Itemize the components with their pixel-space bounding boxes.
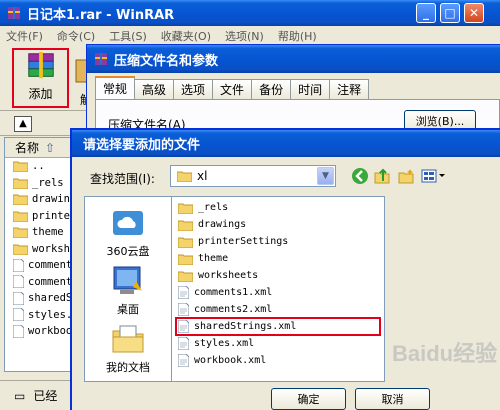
tab-time[interactable]: 时间 (290, 79, 331, 99)
chevron-down-icon[interactable]: ▼ (317, 167, 334, 185)
xml-file-icon (178, 354, 189, 367)
archive-dialog-tabs: 常规 高级 选项 文件 备份 时间 注释 (95, 76, 370, 99)
cancel-button[interactable]: 取消 (355, 388, 430, 410)
up-one-level-icon[interactable]: ▲ (14, 116, 32, 132)
list-item[interactable]: styles.xml (172, 335, 384, 352)
xml-file-icon (178, 337, 189, 350)
select-files-dialog: 请选择要添加的文件 查找范围(I): xl ▼ 360云盘 桌面 我的文档 _r… (70, 128, 500, 410)
places-bar: 360云盘 桌面 我的文档 (84, 196, 172, 382)
winrar-app-icon (8, 7, 20, 19)
cloud-drive-icon (113, 211, 143, 235)
place-my-documents[interactable]: 我的文档 (85, 323, 171, 375)
folder-icon (13, 244, 28, 255)
xml-file-icon (178, 303, 189, 316)
back-icon[interactable] (350, 166, 370, 186)
xml-file-icon (13, 275, 24, 289)
look-in-label: 查找范围(I): (90, 172, 155, 186)
add-archive-icon (27, 51, 54, 79)
xml-file-icon (13, 291, 24, 305)
menubar: 文件(F) 命令(C) 工具(S) 收藏夹(O) 选项(N) 帮助(H) (0, 26, 500, 45)
place-desktop[interactable]: 桌面 (85, 265, 171, 317)
up-folder-icon[interactable] (372, 166, 392, 186)
file-list-view[interactable]: _rels drawings printerSettings theme wor… (171, 196, 385, 382)
xml-file-icon (13, 308, 24, 322)
add-button[interactable]: 添加 (12, 48, 69, 108)
archive-dialog-title: 压缩文件名和参数 (114, 53, 219, 69)
tab-files[interactable]: 文件 (212, 79, 253, 99)
tab-comment[interactable]: 注释 (329, 79, 370, 99)
tab-options[interactable]: 选项 (173, 79, 214, 99)
xml-file-icon (178, 286, 189, 299)
list-item-shared-strings-selected[interactable]: sharedStrings.xml (175, 317, 381, 336)
winrar-app-icon (95, 53, 107, 65)
menu-commands[interactable]: 命令(C) (57, 28, 95, 44)
winrar-title: 日记本1.rar - WinRAR (27, 7, 175, 23)
xml-file-icon (13, 258, 24, 272)
sort-arrow-icon: ⇧ (45, 140, 56, 155)
winrar-titlebar[interactable]: 日记本1.rar - WinRAR _ □ ✕ (0, 0, 500, 26)
view-menu-icon[interactable] (420, 166, 446, 186)
list-item[interactable]: theme (172, 250, 384, 267)
ok-button[interactable]: 确定 (271, 388, 346, 410)
status-text: 已经 (33, 389, 58, 403)
menu-options[interactable]: 选项(N) (225, 28, 264, 44)
list-item[interactable]: comments1.xml (172, 284, 384, 301)
folder-icon (13, 194, 28, 206)
folder-icon (13, 178, 28, 189)
folder-icon (178, 237, 193, 248)
menu-file[interactable]: 文件(F) (6, 28, 43, 44)
folder-icon (178, 203, 193, 214)
minimize-button[interactable]: _ (416, 3, 436, 23)
add-label: 添加 (28, 87, 53, 101)
list-item[interactable]: workbook.xml (172, 352, 384, 369)
menu-tools[interactable]: 工具(S) (109, 28, 147, 44)
select-dialog-titlebar[interactable]: 请选择要添加的文件 (72, 130, 500, 157)
maximize-button[interactable]: □ (440, 3, 460, 23)
list-item[interactable]: printerSettings (172, 233, 384, 250)
archive-dialog-titlebar[interactable]: 压缩文件名和参数 (87, 45, 500, 73)
list-item[interactable]: drawings (172, 216, 384, 233)
look-in-value: xl (197, 169, 208, 183)
place-360-cloud[interactable]: 360云盘 (85, 207, 171, 259)
tab-general[interactable]: 常规 (95, 76, 136, 99)
close-button[interactable]: ✕ (464, 3, 484, 23)
tab-backup[interactable]: 备份 (251, 79, 292, 99)
tab-advanced[interactable]: 高级 (134, 79, 175, 99)
xml-file-icon (178, 320, 189, 333)
folder-icon (13, 161, 28, 173)
list-item[interactable]: worksheets (172, 267, 384, 284)
drive-icon: ▭ (14, 388, 26, 403)
folder-icon (13, 227, 28, 239)
new-folder-icon[interactable] (396, 166, 416, 186)
desktop-icon (113, 266, 142, 294)
list-item[interactable]: _rels (172, 199, 384, 216)
menu-favorites[interactable]: 收藏夹(O) (161, 28, 211, 44)
folder-open-icon (177, 171, 192, 182)
list-item[interactable]: comments2.xml (172, 301, 384, 318)
xml-file-icon (13, 324, 24, 338)
folder-icon (178, 271, 193, 282)
folder-icon (178, 220, 193, 231)
folder-icon (13, 211, 28, 222)
menu-help[interactable]: 帮助(H) (278, 28, 317, 44)
my-documents-icon (112, 325, 144, 353)
select-dialog-title: 请选择要添加的文件 (83, 138, 201, 153)
look-in-dropdown[interactable]: xl ▼ (170, 165, 336, 187)
folder-icon (178, 254, 193, 265)
